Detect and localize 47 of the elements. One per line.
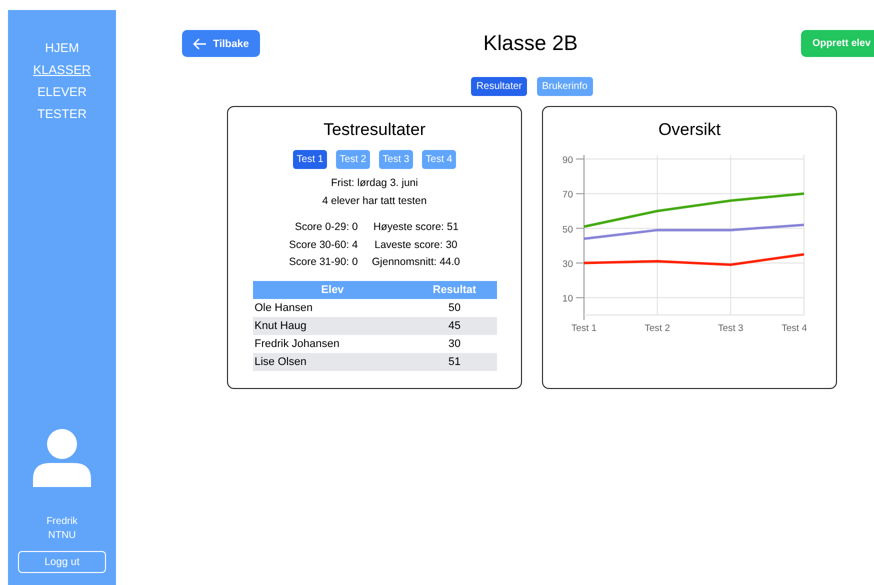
table-cell: Fredrik Johansen [252, 334, 412, 352]
axis-label: Test 1 [570, 323, 596, 334]
back-button[interactable]: Tilbake [182, 30, 260, 57]
table-cell: Lise Olsen [252, 352, 412, 370]
user-organization: NTNU [48, 529, 76, 543]
test-tab[interactable]: Test 3 [379, 150, 413, 169]
stat-text: Score 31-90: 0 [288, 255, 358, 270]
tab[interactable]: Resultater [471, 77, 527, 96]
nav-link[interactable]: KLASSER [33, 62, 91, 78]
axis-label: 50 [562, 224, 572, 236]
nav-link[interactable]: HJEM [44, 40, 79, 56]
axis-label: 70 [562, 190, 572, 201]
axis-label: Test 4 [781, 323, 806, 334]
test-tab[interactable]: Test 2 [336, 150, 370, 169]
stat-text: Laveste score: 30 [374, 238, 458, 252]
card-title: Testresultater [323, 119, 426, 141]
stat-text: Score 0-29: 0 [294, 220, 358, 235]
card-title: Oversikt [658, 119, 721, 141]
table-cell: 50 [412, 298, 496, 316]
axis-label: Test 2 [644, 323, 670, 334]
table-cell: 45 [412, 316, 496, 334]
tab[interactable]: Brukerinfo [537, 77, 593, 96]
table-cell: Knut Haug [252, 316, 412, 334]
axis-label: 90 [562, 155, 572, 166]
test-tab[interactable]: Test 1 [293, 150, 327, 169]
nav-link[interactable]: ELEVER [37, 84, 87, 100]
axis-label: 10 [562, 294, 572, 305]
logout-button[interactable]: Logg ut [18, 551, 106, 573]
stat-text: Score 30-60: 4 [288, 238, 358, 252]
axis-label: 30 [562, 259, 572, 270]
table-cell: 30 [412, 334, 496, 352]
stat-text: Høyeste score: 51 [373, 220, 459, 235]
table-cell: Ole Hansen [252, 298, 412, 316]
create-student-button[interactable]: Opprett elev [801, 30, 874, 57]
arrow-left-icon [193, 38, 207, 50]
axis-label: Test 3 [717, 323, 743, 334]
test-tab[interactable]: Test 4 [422, 150, 456, 169]
column-header: Elev [252, 280, 412, 298]
page-title: Klasse 2B [483, 32, 578, 56]
info-text: Frist: lørdag 3. juni [331, 176, 418, 191]
table-cell: 51 [412, 352, 496, 370]
user-avatar-icon [32, 429, 92, 487]
nav-link[interactable]: TESTER [37, 106, 87, 122]
column-header: Resultat [412, 280, 496, 298]
user-name: Fredrik [46, 515, 78, 529]
stat-text: Gjennomsnitt: 44.0 [372, 255, 460, 270]
info-text: 4 elever har tatt testen [322, 194, 427, 208]
